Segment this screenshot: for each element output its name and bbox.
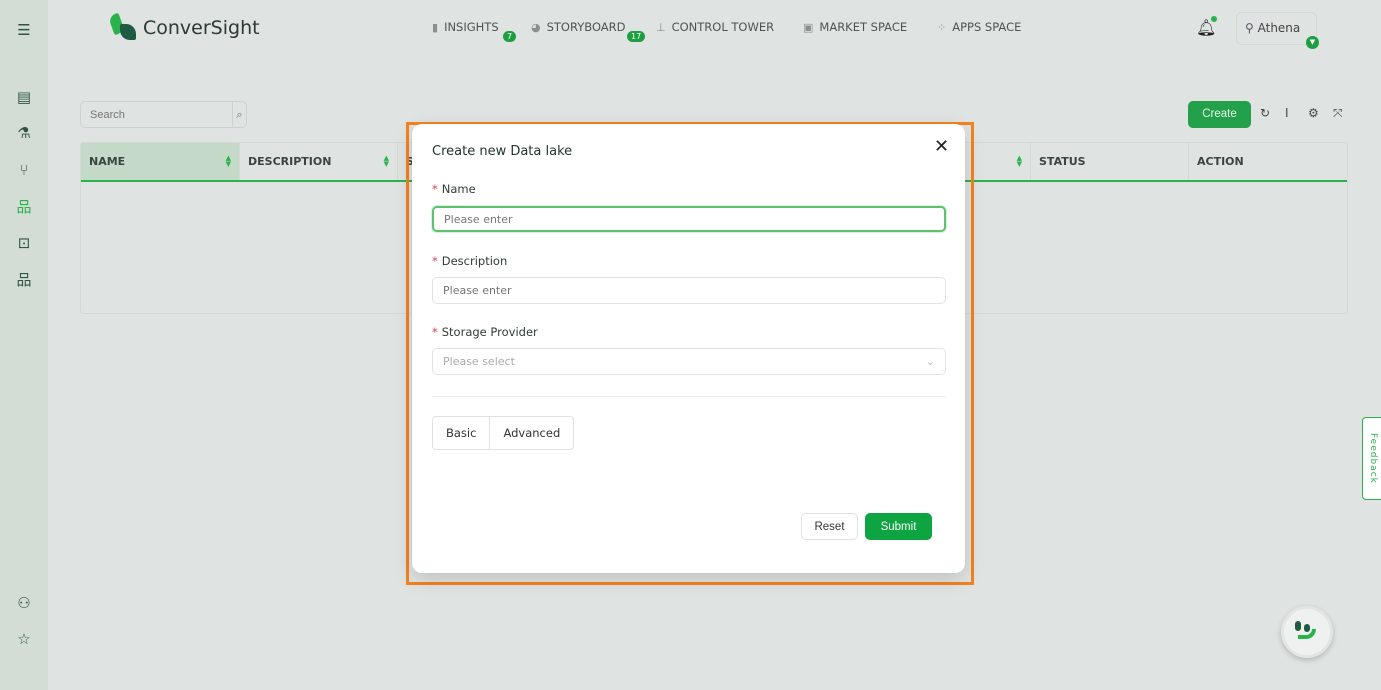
datalake-icon[interactable]: 品 [14, 197, 34, 217]
label-text: Name [441, 182, 476, 196]
nav-control-tower[interactable]: ⊥ CONTROL TOWER [656, 20, 774, 34]
search-icon[interactable]: ⌕ [232, 102, 246, 127]
create-button[interactable]: Create [1188, 101, 1251, 128]
column-height-icon[interactable]: I [1285, 106, 1289, 120]
bar-chart-icon: ▮ [432, 20, 439, 34]
chatbot-icon[interactable] [1281, 606, 1333, 658]
sort-icon[interactable]: ▲ ▼ [226, 155, 231, 168]
storyboard-badge: 17 [627, 31, 646, 42]
user-name: Athena [1257, 21, 1301, 35]
label-text: Description [441, 254, 508, 268]
sort-icon[interactable]: ▲ ▼ [384, 155, 389, 168]
nav-label: MARKET SPACE [819, 20, 908, 34]
flask-icon[interactable]: ⚗ [14, 123, 34, 143]
storage-provider-select[interactable]: Please select ⌄ [432, 348, 946, 375]
user-menu[interactable]: ⚲ Athena [1236, 12, 1317, 45]
tab-advanced[interactable]: Advanced [489, 417, 573, 449]
close-icon[interactable]: ✕ [934, 136, 949, 157]
required-mark: * [432, 325, 438, 339]
storyboard-icon: ◕ [531, 20, 541, 34]
divider [432, 396, 946, 397]
logo-icon [107, 12, 137, 42]
col-description[interactable]: DESCRIPTION ▲ ▼ [240, 143, 398, 180]
nav-insights[interactable]: ▮ INSIGHTS [432, 20, 499, 34]
description-input[interactable] [432, 277, 946, 304]
nav-label: CONTROL TOWER [671, 20, 775, 34]
apps-icon: ⁘ [937, 20, 947, 34]
fullscreen-icon[interactable]: ⤧ [1333, 106, 1343, 121]
sort-icon[interactable]: ▲ ▼ [1017, 155, 1022, 168]
tab-basic[interactable]: Basic [433, 417, 489, 449]
name-label: * Name [432, 182, 476, 196]
description-label: * Description [432, 254, 507, 268]
gear-icon[interactable]: ⚙ [1308, 106, 1319, 120]
col-name[interactable]: NAME ▲ ▼ [81, 143, 240, 180]
col-label: STATUS [1039, 155, 1086, 168]
insights-badge: 7 [503, 31, 517, 42]
control-tower-icon: ⊥ [656, 20, 666, 34]
hierarchy-icon[interactable]: 品 [14, 270, 34, 290]
brand-name: ConverSight [143, 17, 260, 39]
name-input[interactable] [432, 206, 946, 232]
create-datalake-modal: Create new Data lake ✕ *Name *Descriptio… [412, 124, 965, 573]
required-mark: * [432, 254, 438, 268]
search-input[interactable] [81, 102, 232, 127]
submit-button[interactable]: Submit [865, 513, 932, 540]
mode-tabs: Basic Advanced [432, 416, 575, 450]
notification-dot [1211, 16, 1217, 22]
col-label: DESCRIPTION [248, 155, 332, 168]
col-label: ACTION [1197, 155, 1244, 168]
nav-storyboard[interactable]: ◕ STORYBOARD [531, 20, 626, 34]
users-icon[interactable]: ⚇ [14, 593, 34, 613]
sidebar: ☰ ▤ ⚗ ⑂ 品 ⊡ 品 ⚇ ☆ [0, 0, 48, 690]
market-icon: ▣ [803, 20, 814, 34]
col-status[interactable]: STATUS [1031, 143, 1189, 180]
nav-market-space[interactable]: ▣ MARKET SPACE [803, 20, 907, 34]
star-icon[interactable]: ☆ [14, 629, 34, 649]
logo[interactable]: ConverSight [107, 12, 260, 42]
nav-label: APPS SPACE [952, 20, 1022, 34]
reset-button[interactable]: Reset [801, 513, 858, 540]
label-text: Storage Provider [441, 325, 538, 339]
required-mark: * [432, 182, 438, 196]
refresh-icon[interactable]: ↻ [1260, 106, 1270, 120]
branch-icon[interactable]: ⑂ [14, 160, 34, 180]
nav-label: STORYBOARD [546, 20, 626, 34]
chevron-down-icon: ⌄ [925, 355, 935, 368]
search-box: ⌕ [80, 101, 247, 128]
feedback-tab[interactable]: Feedback [1362, 417, 1381, 500]
col-label: NAME [89, 155, 126, 168]
nav-apps-space[interactable]: ⁘ APPS SPACE [937, 20, 1021, 34]
user-icon: ⚲ [1245, 21, 1258, 35]
chevron-down-icon[interactable]: ▼ [1306, 36, 1319, 49]
modal-title: Create new Data lake [432, 144, 573, 159]
select-placeholder: Please select [443, 355, 515, 368]
nav-label: INSIGHTS [444, 20, 499, 34]
report-icon[interactable]: ▤ [14, 87, 34, 107]
storage-provider-label: * Storage Provider [432, 325, 538, 339]
col-action: ACTION [1189, 143, 1347, 180]
menu-icon[interactable]: ☰ [14, 20, 34, 40]
presentation-icon[interactable]: ⊡ [14, 233, 34, 253]
